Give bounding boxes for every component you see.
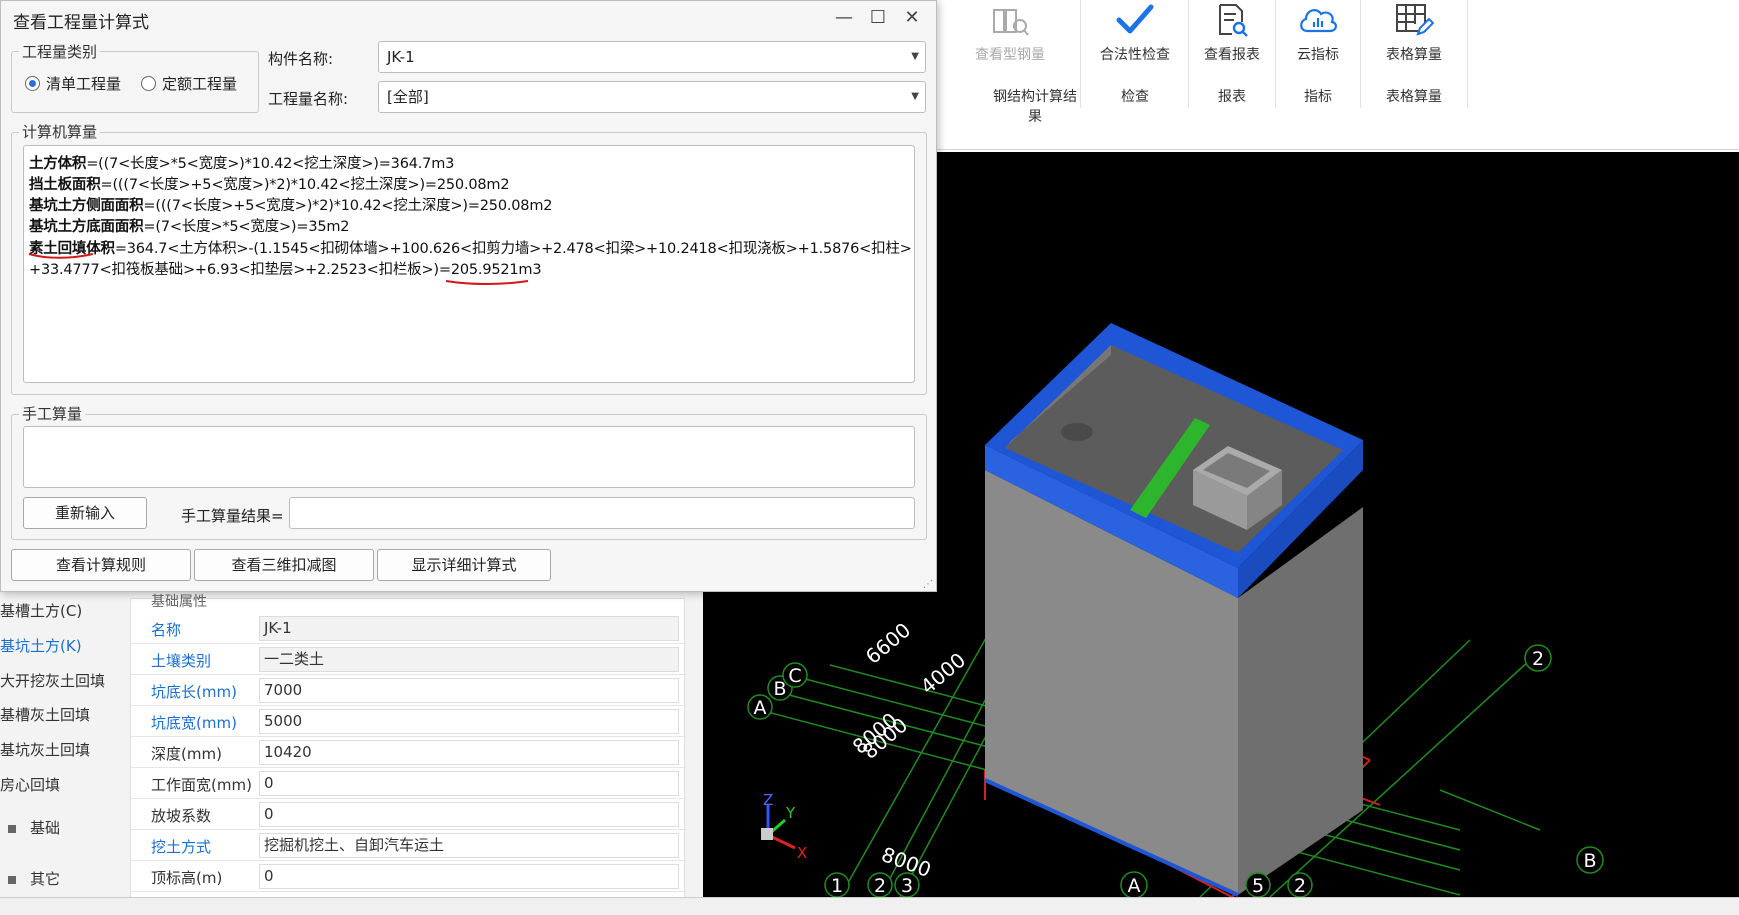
property-row: 挖土方式 挖掘机挖土、自卸汽车运土 — [131, 830, 686, 861]
property-table: 基础属性 名称 JK-1 土壤类别 一二类土 坑底长(mm) 7000 坑底宽(mm)… — [130, 594, 686, 898]
cloud-chart-icon — [1278, 0, 1358, 40]
property-key: 放坡系数 — [151, 807, 212, 825]
cloud-index-button[interactable]: 云指标 — [1278, 0, 1358, 70]
property-row: 坑底宽(mm) 5000 — [131, 706, 686, 737]
other-category[interactable]: 其它 — [8, 868, 60, 889]
tree-item[interactable]: 基槽土方(C) — [0, 600, 82, 621]
view-calc-rules-button[interactable]: 查看计算规则 — [11, 549, 191, 581]
property-row: 坑底长(mm) 7000 — [131, 675, 686, 706]
property-header: 基础属性 — [151, 594, 207, 610]
ribbon-separator — [1360, 0, 1361, 108]
manual-result-label: 手工算量结果= — [181, 507, 284, 525]
property-key: 坑底长(mm) — [151, 683, 237, 701]
axis-gizmo: Z Y X — [761, 791, 807, 862]
property-row: 顶标高(m) 0 — [131, 861, 686, 892]
svg-text:Z: Z — [763, 791, 773, 809]
property-key: 顶标高(m) — [151, 869, 223, 887]
property-header-row: 基础属性 — [131, 594, 686, 613]
axis-label-5: 5 — [1252, 875, 1264, 897]
report-search-icon — [1192, 0, 1272, 40]
axis-label-a: A — [754, 697, 767, 719]
reenter-button[interactable]: 重新输入 — [23, 497, 147, 529]
property-value[interactable]: 0 — [259, 802, 679, 827]
property-key: 深度(mm) — [151, 745, 222, 763]
axis-label-a-bottom: A — [1128, 875, 1141, 897]
property-key: 坑底宽(mm) — [151, 714, 237, 732]
manual-calc-legend: 手工算量 — [19, 403, 86, 424]
axis-label-b-right: B — [1583, 850, 1596, 872]
axis-label-1: 1 — [831, 875, 843, 897]
dim-label: 4000 — [916, 648, 970, 699]
group-label-table: 表格算量 — [1386, 89, 1442, 105]
ribbon-toolbar: 三维 查看型钢量 合法性检查 查看报表 云指标 表格算量 钢结构计算结果 检查 … — [901, 0, 1739, 150]
ribbon-separator — [1080, 0, 1081, 108]
property-key: 名称 — [151, 621, 182, 639]
other-icon — [8, 876, 16, 884]
ribbon-separator — [1275, 0, 1276, 108]
manual-formula-textarea[interactable] — [23, 426, 915, 488]
property-row: 名称 JK-1 — [131, 613, 686, 644]
dim-label: 6600 — [861, 618, 915, 669]
foundation-icon — [8, 825, 16, 833]
axis-label-2-right: 2 — [1294, 875, 1306, 897]
view-3d-deduction-button[interactable]: 查看三维扣减图 — [194, 549, 374, 581]
axis-label-c: C — [788, 665, 801, 687]
ribbon-separator — [1188, 0, 1189, 108]
svg-text:X: X — [797, 844, 807, 862]
pit-hole — [1061, 423, 1093, 441]
group-label-steel: 钢结构计算结果 — [993, 89, 1077, 125]
group-label-index: 指标 — [1304, 89, 1332, 105]
property-row: 放坡系数 0 — [131, 799, 686, 830]
property-row: 工作面宽(mm) 0 — [131, 768, 686, 799]
validity-check-button[interactable]: 合法性检查 — [1085, 0, 1185, 70]
manual-result-input[interactable] — [289, 497, 915, 529]
status-bar — [0, 897, 1739, 915]
property-key: 工作面宽(mm) — [151, 776, 252, 794]
property-value[interactable]: 5000 — [259, 709, 679, 734]
view-steel-button[interactable]: 查看型钢量 — [962, 0, 1058, 70]
property-key: 挖土方式 — [151, 838, 212, 856]
axis-label-2: 2 — [1532, 648, 1544, 670]
tree-item[interactable]: 大开挖灰土回填 — [0, 670, 105, 691]
tree-item[interactable]: 基坑灰土回填 — [0, 739, 90, 760]
tree-item[interactable]: 房心回填 — [0, 774, 60, 795]
property-key: 土壤类别 — [151, 652, 212, 670]
view-report-button[interactable]: 查看报表 — [1192, 0, 1272, 70]
show-detail-formula-button[interactable]: 显示详细计算式 — [377, 549, 551, 581]
property-value[interactable]: 0 — [259, 864, 679, 889]
steel-view-icon — [962, 0, 1058, 40]
group-label-report: 报表 — [1218, 89, 1246, 105]
property-row: 土壤类别 一二类土 — [131, 644, 686, 675]
property-value[interactable]: 0 — [259, 771, 679, 796]
property-value[interactable]: 7000 — [259, 678, 679, 703]
foundation-category[interactable]: 基础 — [8, 817, 60, 838]
property-value[interactable]: 一二类土 — [259, 647, 679, 672]
ribbon-separator — [1467, 0, 1468, 108]
axis-label-2-bottom: 2 — [874, 875, 886, 897]
tree-item[interactable]: 基槽灰土回填 — [0, 704, 90, 725]
calc-formula-dialog: 查看工程量计算式 — ☐ ✕ 工程量类别 清单工程量 定额工程量 构件名称: J… — [0, 0, 937, 592]
svg-text:Y: Y — [785, 804, 796, 822]
property-value[interactable]: 10420 — [259, 740, 679, 765]
table-calc-button[interactable]: 表格算量 — [1364, 0, 1464, 70]
resize-grip-icon[interactable]: ⋰ — [923, 579, 933, 590]
axis-label-b: B — [773, 678, 786, 700]
red-annotation — [28, 253, 529, 285]
tree-item-selected[interactable]: 基坑土方(K) — [0, 635, 82, 656]
property-row: 深度(mm) 10420 — [131, 737, 686, 768]
table-edit-icon — [1364, 0, 1464, 40]
property-value[interactable]: JK-1 — [259, 616, 679, 641]
axis-label-3: 3 — [901, 875, 913, 897]
checkmark-icon — [1085, 0, 1185, 40]
group-label-check: 检查 — [1121, 89, 1149, 105]
property-value[interactable]: 挖掘机挖土、自卸汽车运土 — [259, 833, 679, 858]
